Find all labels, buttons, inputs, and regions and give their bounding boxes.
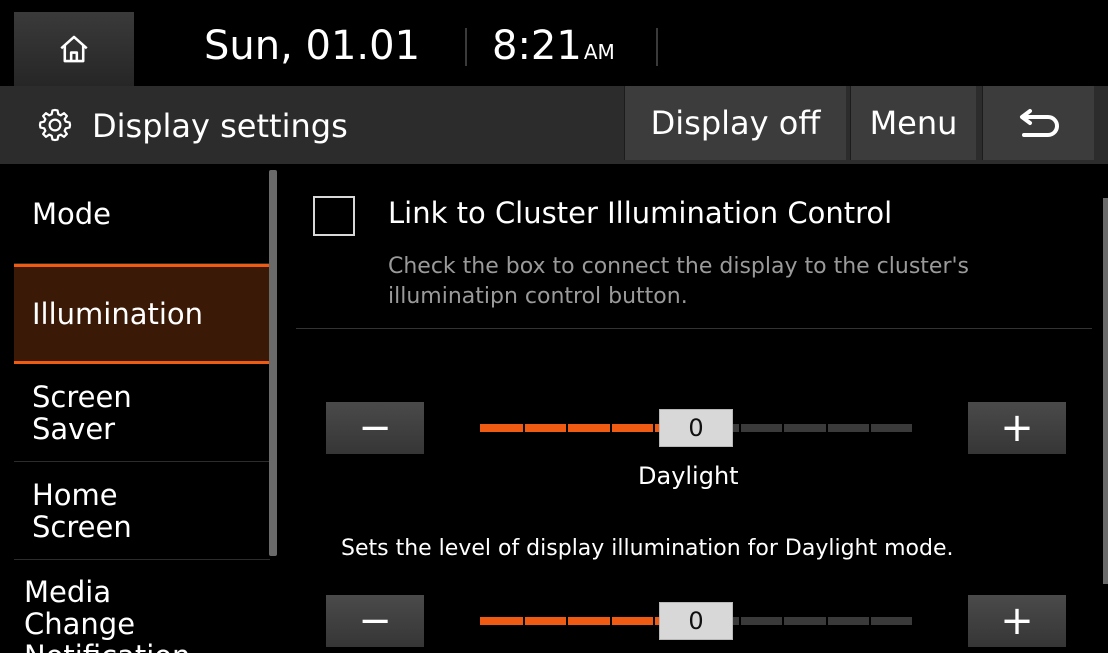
night-decrease-button[interactable]: −	[326, 595, 424, 647]
sidebar-item-media-change-notification[interactable]: Media Change Notification	[14, 560, 270, 653]
sidebar-item-label: Home Screen	[32, 477, 132, 544]
status-ampm: AM	[583, 40, 615, 64]
plus-icon: +	[1000, 598, 1034, 644]
slider-tick	[825, 424, 828, 432]
sidebar-item-label: Mode	[32, 196, 112, 231]
main-panel: Link to Cluster Illumination Control Che…	[280, 164, 1108, 653]
sidebar: Mode Illumination Screen Saver Home Scre…	[0, 164, 280, 653]
sidebar-item-home-screen[interactable]: Home Screen	[14, 462, 270, 560]
slider-tick	[782, 424, 785, 432]
menu-button[interactable]: Menu	[850, 86, 976, 160]
page-title: Display settings	[92, 107, 348, 145]
main-scrollbar[interactable]	[1103, 198, 1108, 584]
slider-tick	[523, 424, 526, 432]
sidebar-item-mode[interactable]: Mode	[14, 164, 270, 264]
sidebar-item-label: Screen Saver	[32, 379, 132, 446]
minus-icon: −	[358, 405, 392, 451]
slider-tick	[782, 617, 785, 625]
plus-icon: +	[1000, 405, 1034, 451]
slider-tick	[825, 617, 828, 625]
gear-icon	[38, 108, 72, 142]
night-increase-button[interactable]: +	[968, 595, 1066, 647]
minus-icon: −	[358, 598, 392, 644]
status-bar: Sun, 01.01 8:21 AM	[0, 0, 1108, 86]
back-arrow-icon	[1019, 109, 1059, 137]
slider-tick	[609, 617, 612, 625]
status-date: Sun, 01.01	[204, 23, 421, 69]
status-time-value: 8:21	[492, 23, 582, 69]
link-cluster-description: Check the box to connect the display to …	[388, 254, 970, 309]
slider-tick	[739, 617, 742, 625]
slider-tick	[566, 617, 569, 625]
slider-tick	[566, 424, 569, 432]
sidebar-item-label: Illumination	[32, 297, 204, 331]
slider-tick	[868, 617, 871, 625]
display-off-button[interactable]: Display off	[624, 86, 846, 160]
status-time: 8:21 AM	[492, 16, 615, 82]
sidebar-item-screen-saver[interactable]: Screen Saver	[14, 364, 270, 462]
sidebar-item-label: Media Change Notification	[24, 575, 190, 653]
slider-tick	[523, 617, 526, 625]
daylight-decrease-button[interactable]: −	[326, 402, 424, 454]
daylight-label: Daylight	[638, 462, 739, 490]
section-divider	[296, 328, 1092, 329]
daylight-slider-thumb[interactable]: 0	[659, 409, 733, 447]
link-cluster-label[interactable]: Link to Cluster Illumination Control	[388, 192, 892, 234]
daylight-increase-button[interactable]: +	[968, 402, 1066, 454]
link-cluster-checkbox[interactable]	[313, 196, 355, 236]
slider-tick	[868, 424, 871, 432]
sidebar-scrollbar[interactable]	[269, 170, 277, 556]
slider-tick	[739, 424, 742, 432]
slider-tick	[652, 424, 655, 432]
status-separator	[465, 28, 467, 66]
home-button[interactable]	[14, 12, 134, 86]
status-separator	[656, 28, 658, 66]
daylight-description: Sets the level of display illumination f…	[341, 536, 954, 561]
slider-tick	[652, 617, 655, 625]
slider-tick	[609, 424, 612, 432]
title-bar: Display settings Display off Menu	[0, 86, 1108, 164]
home-icon	[60, 35, 88, 63]
sidebar-item-illumination[interactable]: Illumination	[14, 264, 270, 364]
back-button[interactable]	[982, 86, 1094, 160]
night-slider-thumb[interactable]: 0	[659, 602, 733, 640]
